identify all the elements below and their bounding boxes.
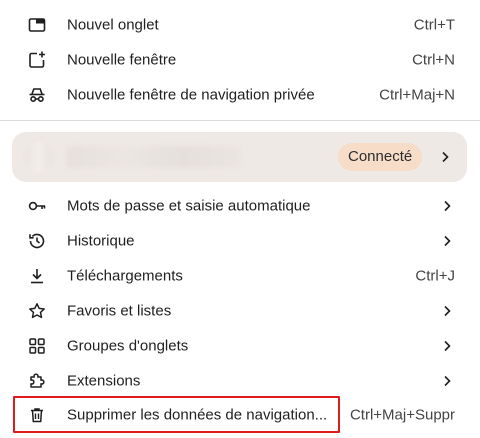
menu-item-label: Téléchargements bbox=[67, 267, 183, 284]
menu-item-bookmarks[interactable]: Favoris et listes bbox=[0, 293, 480, 328]
menu-item-history[interactable]: Historique bbox=[0, 223, 480, 258]
menu-item-shortcut: Ctrl+N bbox=[412, 51, 455, 68]
menu-item-downloads[interactable]: Téléchargements Ctrl+J bbox=[0, 258, 480, 293]
menu-item-label: Historique bbox=[67, 232, 135, 249]
download-icon bbox=[27, 266, 47, 286]
menu-item-label: Favoris et listes bbox=[67, 302, 172, 319]
trash-icon bbox=[27, 405, 47, 425]
incognito-icon bbox=[27, 85, 47, 105]
menu-item-label: Nouvel onglet bbox=[67, 16, 159, 33]
tab-groups-icon bbox=[27, 336, 47, 356]
menu-item-tab-groups[interactable]: Groupes d'onglets bbox=[0, 328, 480, 363]
menu-item-incognito-window[interactable]: Nouvelle fenêtre de navigation privée Ct… bbox=[0, 77, 480, 112]
menu-item-label: Extensions bbox=[67, 372, 141, 389]
extension-puzzle-icon bbox=[27, 371, 47, 391]
profile-name-redacted bbox=[66, 146, 242, 168]
menu-item-label: Supprimer les données de navigation... bbox=[67, 406, 328, 423]
menu-item-shortcut: Ctrl+T bbox=[413, 16, 455, 33]
menu-item-passwords[interactable]: Mots de passe et saisie automatique bbox=[0, 188, 480, 223]
star-icon bbox=[27, 301, 47, 321]
menu-item-clear-browsing-data[interactable]: Supprimer les données de navigation... C… bbox=[0, 397, 480, 432]
menu-item-new-window[interactable]: Nouvelle fenêtre Ctrl+N bbox=[0, 42, 480, 77]
chevron-right-icon bbox=[442, 234, 452, 248]
chevron-right-icon bbox=[442, 199, 452, 213]
menu-item-extensions[interactable]: Extensions bbox=[0, 363, 480, 398]
menu-item-label: Groupes d'onglets bbox=[67, 337, 189, 354]
menu-item-shortcut: Ctrl+Maj+N bbox=[379, 86, 455, 103]
key-icon bbox=[27, 196, 47, 216]
history-icon bbox=[27, 231, 47, 251]
menu-divider bbox=[0, 120, 480, 121]
profile-row[interactable]: Connecté bbox=[12, 132, 467, 182]
chevron-right-icon bbox=[442, 304, 452, 318]
chevron-right-icon bbox=[442, 374, 452, 388]
menu-item-new-tab[interactable]: Nouvel onglet Ctrl+T bbox=[0, 7, 480, 42]
new-window-icon bbox=[27, 50, 47, 70]
menu-item-label: Mots de passe et saisie automatique bbox=[67, 197, 311, 214]
menu-item-label: Nouvelle fenêtre bbox=[67, 51, 177, 68]
chevron-right-icon bbox=[440, 150, 450, 164]
chevron-right-icon bbox=[442, 339, 452, 353]
avatar bbox=[24, 142, 54, 172]
new-tab-icon bbox=[27, 15, 47, 35]
sync-status-badge: Connecté bbox=[338, 143, 423, 171]
browser-menu: Nouvel onglet Ctrl+T Nouvelle fenêtre Ct… bbox=[0, 0, 480, 438]
menu-item-shortcut: Ctrl+J bbox=[415, 267, 455, 284]
menu-item-shortcut: Ctrl+Maj+Suppr bbox=[349, 406, 455, 423]
menu-item-label: Nouvelle fenêtre de navigation privée bbox=[67, 86, 315, 103]
